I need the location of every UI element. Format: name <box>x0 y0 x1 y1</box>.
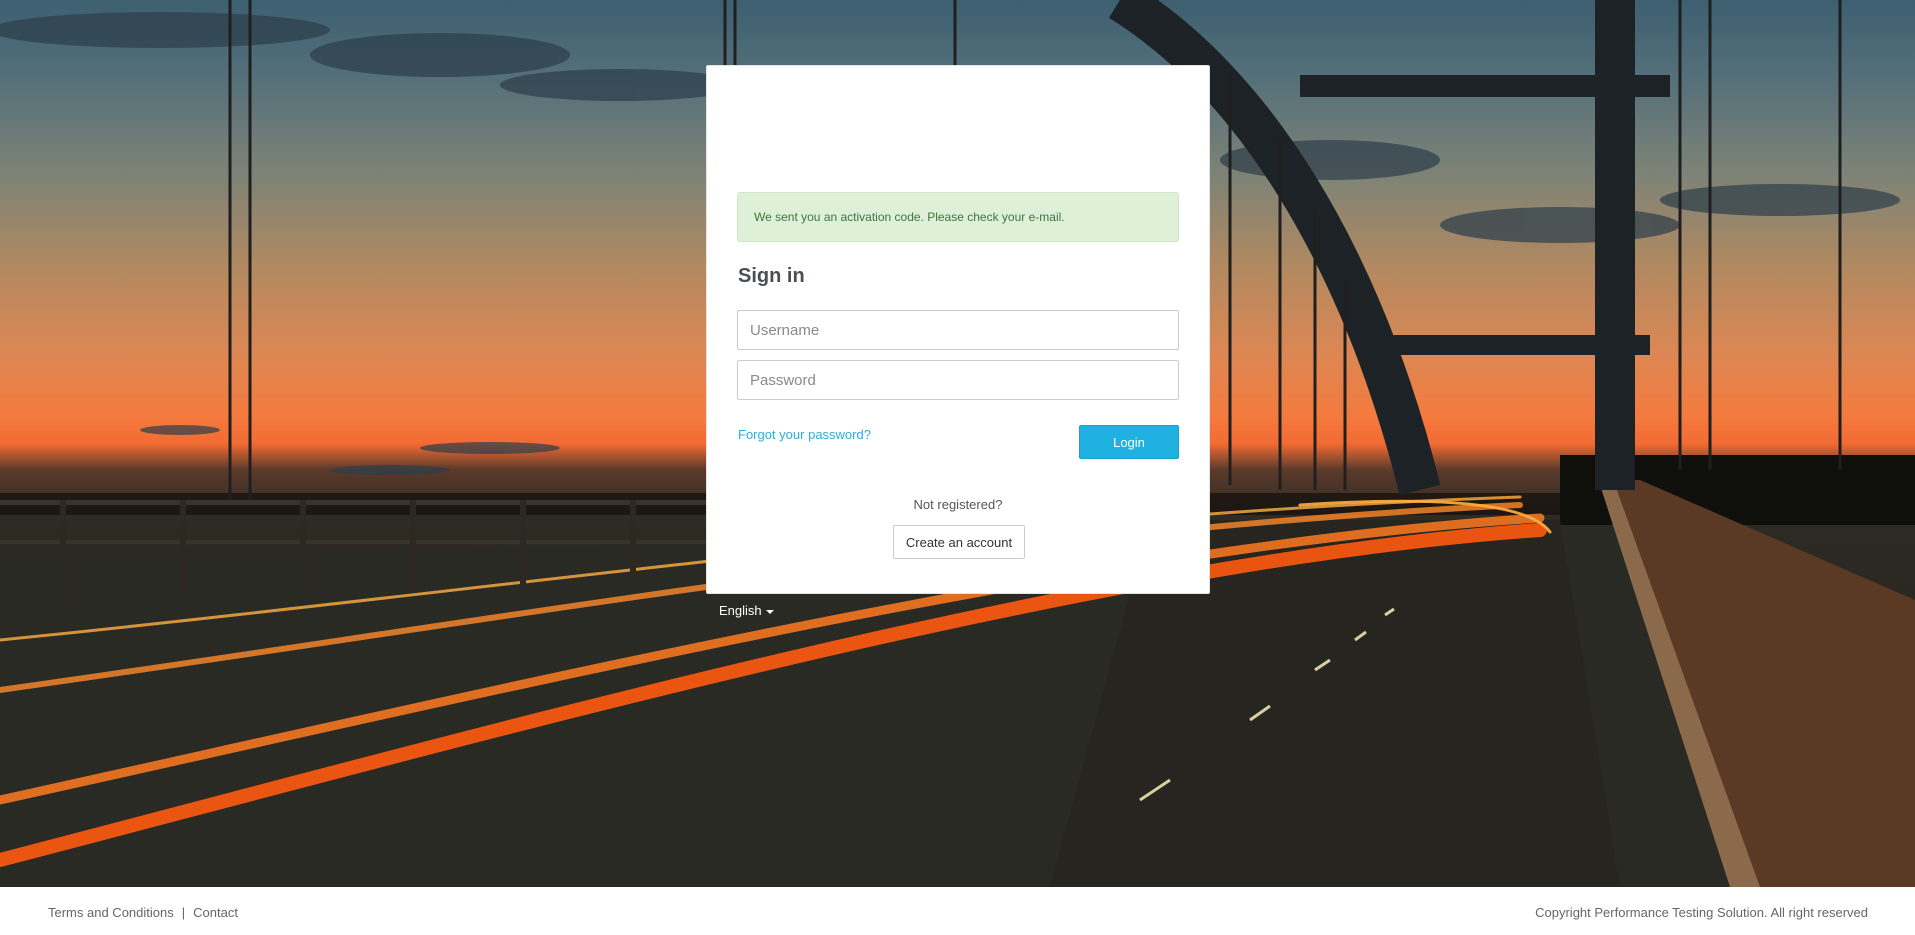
login-button[interactable]: Login <box>1079 425 1179 459</box>
language-label: English <box>719 603 762 618</box>
username-input[interactable] <box>737 310 1179 350</box>
sign-in-title: Sign in <box>738 265 805 287</box>
copyright-text: Copyright Performance Testing Solution. … <box>1535 905 1868 920</box>
password-input[interactable] <box>737 360 1179 400</box>
language-selector[interactable]: English <box>719 603 774 618</box>
create-account-button[interactable]: Create an account <box>893 525 1025 559</box>
alert-message: We sent you an activation code. Please c… <box>754 210 1065 224</box>
footer: Terms and Conditions | Contact Copyright… <box>0 887 1915 935</box>
footer-separator: | <box>181 905 186 920</box>
activation-alert: We sent you an activation code. Please c… <box>737 192 1179 242</box>
not-registered-text: Not registered? <box>913 497 1003 512</box>
caret-down-icon <box>765 609 774 614</box>
forgot-password-link[interactable]: Forgot your password? <box>738 427 871 442</box>
contact-link[interactable]: Contact <box>193 905 238 920</box>
terms-link[interactable]: Terms and Conditions <box>48 905 174 920</box>
login-card: We sent you an activation code. Please c… <box>706 65 1210 594</box>
